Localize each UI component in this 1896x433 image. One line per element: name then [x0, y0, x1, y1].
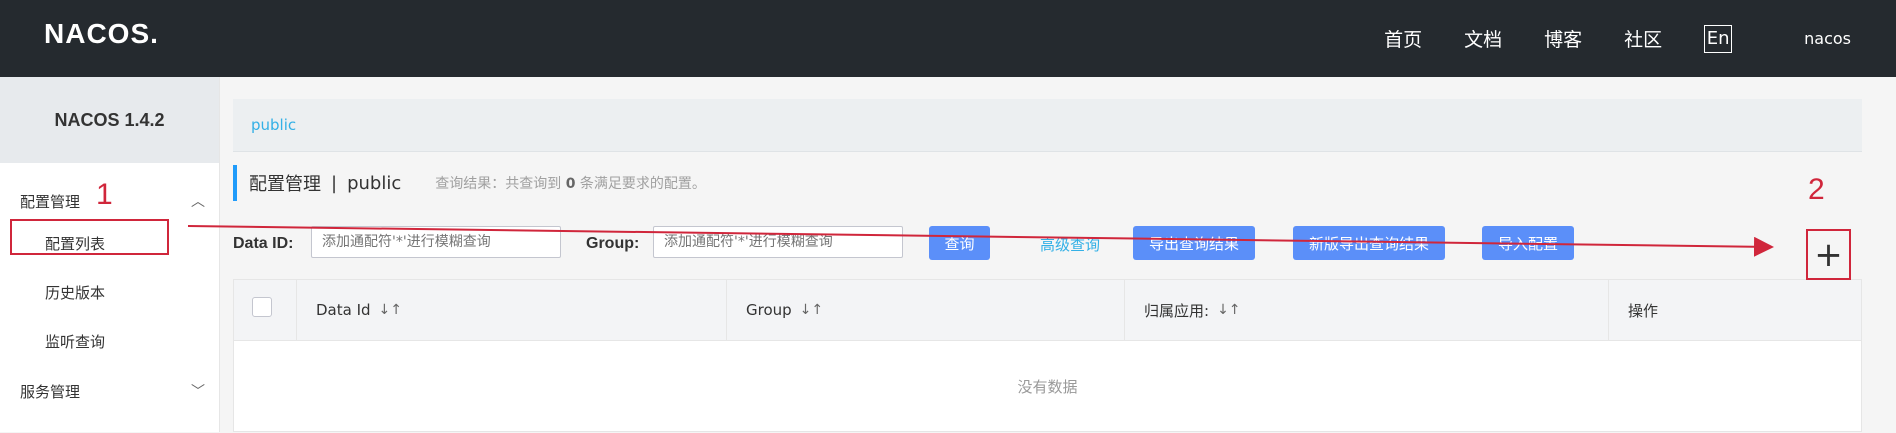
- count-suffix: 条满足要求的配置。: [579, 176, 706, 192]
- column-label: 操作: [1628, 301, 1659, 320]
- sidebar-item-history[interactable]: 历史版本: [0, 268, 219, 316]
- sidebar-item-listener[interactable]: 监听查询: [0, 317, 219, 365]
- count-value: 0: [565, 176, 576, 192]
- column-divider: [1608, 280, 1609, 340]
- top-nav: 首页 文档 博客 社区 En nacos: [1342, 0, 1851, 77]
- namespace-public[interactable]: public: [251, 116, 296, 134]
- annotation-box-1: [10, 219, 169, 255]
- column-label: Group: [746, 301, 792, 319]
- import-button[interactable]: 导入配置: [1482, 226, 1574, 260]
- nav-blog[interactable]: 博客: [1544, 25, 1582, 52]
- export-button[interactable]: 导出查询结果: [1133, 226, 1255, 260]
- nav-docs[interactable]: 文档: [1464, 25, 1502, 52]
- group-input[interactable]: [653, 226, 903, 258]
- top-navbar: NACOS. 首页 文档 博客 社区 En nacos: [0, 0, 1896, 77]
- annotation-number-2: 2: [1808, 173, 1825, 206]
- page-title: 配置管理: [249, 174, 321, 195]
- dataid-label: Data ID:: [233, 235, 294, 252]
- chevron-up-icon: ︿: [191, 194, 205, 210]
- nav-community[interactable]: 社区: [1624, 25, 1662, 52]
- column-divider: [1124, 280, 1125, 340]
- column-divider: [726, 280, 727, 340]
- user-menu[interactable]: nacos: [1804, 29, 1851, 48]
- query-button[interactable]: 查询: [929, 226, 990, 260]
- page-namespace: public: [347, 172, 402, 194]
- main-content: public 配置管理 | public 查询结果：共查询到 0 条满足要求的配…: [233, 77, 1863, 432]
- page-header: 配置管理 | public 查询结果：共查询到 0 条满足要求的配置。: [233, 165, 706, 201]
- sidebar-item-label: 历史版本: [45, 283, 106, 302]
- nav-home[interactable]: 首页: [1384, 25, 1422, 52]
- plus-icon[interactable]: +: [1808, 231, 1849, 278]
- sidebar-group-label: 配置管理: [20, 192, 81, 211]
- dataid-input[interactable]: [311, 226, 561, 258]
- column-group[interactable]: Group ↓↑: [746, 280, 823, 340]
- column-data-id[interactable]: Data Id ↓↑: [316, 280, 402, 340]
- query-result-count: 查询结果：共查询到 0 条满足要求的配置。: [435, 173, 706, 193]
- empty-state: 没有数据: [1017, 378, 1078, 396]
- annotation-number-1: 1: [96, 178, 113, 211]
- filter-bar: Data ID: Group: 查询 高级查询 导出查询结果 新版导出查询结果 …: [233, 226, 1863, 266]
- nacos-logo[interactable]: NACOS.: [44, 18, 159, 50]
- sort-icon[interactable]: ↓↑: [800, 302, 823, 318]
- column-app[interactable]: 归属应用: ↓↑: [1144, 280, 1241, 340]
- column-label: 归属应用:: [1144, 301, 1210, 320]
- chevron-down-icon: ﹀: [191, 384, 205, 400]
- sidebar-group-label: 服务管理: [20, 382, 81, 401]
- sidebar-group-service[interactable]: 服务管理 ﹀: [0, 367, 219, 415]
- column-actions: 操作: [1628, 280, 1658, 340]
- group-label: Group:: [586, 235, 640, 252]
- sort-icon[interactable]: ↓↑: [1217, 302, 1240, 318]
- advanced-query-link[interactable]: 高级查询: [1040, 234, 1100, 255]
- namespace-bar: public: [233, 99, 1862, 152]
- column-divider: [296, 280, 297, 340]
- export-new-button[interactable]: 新版导出查询结果: [1293, 226, 1445, 260]
- sidebar-item-label: 监听查询: [45, 332, 106, 351]
- add-config-button[interactable]: +: [1806, 229, 1851, 280]
- column-label: Data Id: [316, 301, 371, 319]
- select-all-checkbox[interactable]: [252, 297, 272, 317]
- count-prefix: 查询结果：共查询到: [435, 176, 562, 192]
- title-separator: |: [331, 172, 338, 194]
- sort-icon[interactable]: ↓↑: [379, 302, 402, 318]
- language-toggle[interactable]: En: [1704, 24, 1733, 53]
- config-table: Data Id ↓↑ Group ↓↑ 归属应用: ↓↑ 操作 没有数据: [233, 279, 1862, 432]
- version-title: NACOS 1.4.2: [0, 77, 219, 163]
- table-header: Data Id ↓↑ Group ↓↑ 归属应用: ↓↑ 操作: [234, 280, 1861, 341]
